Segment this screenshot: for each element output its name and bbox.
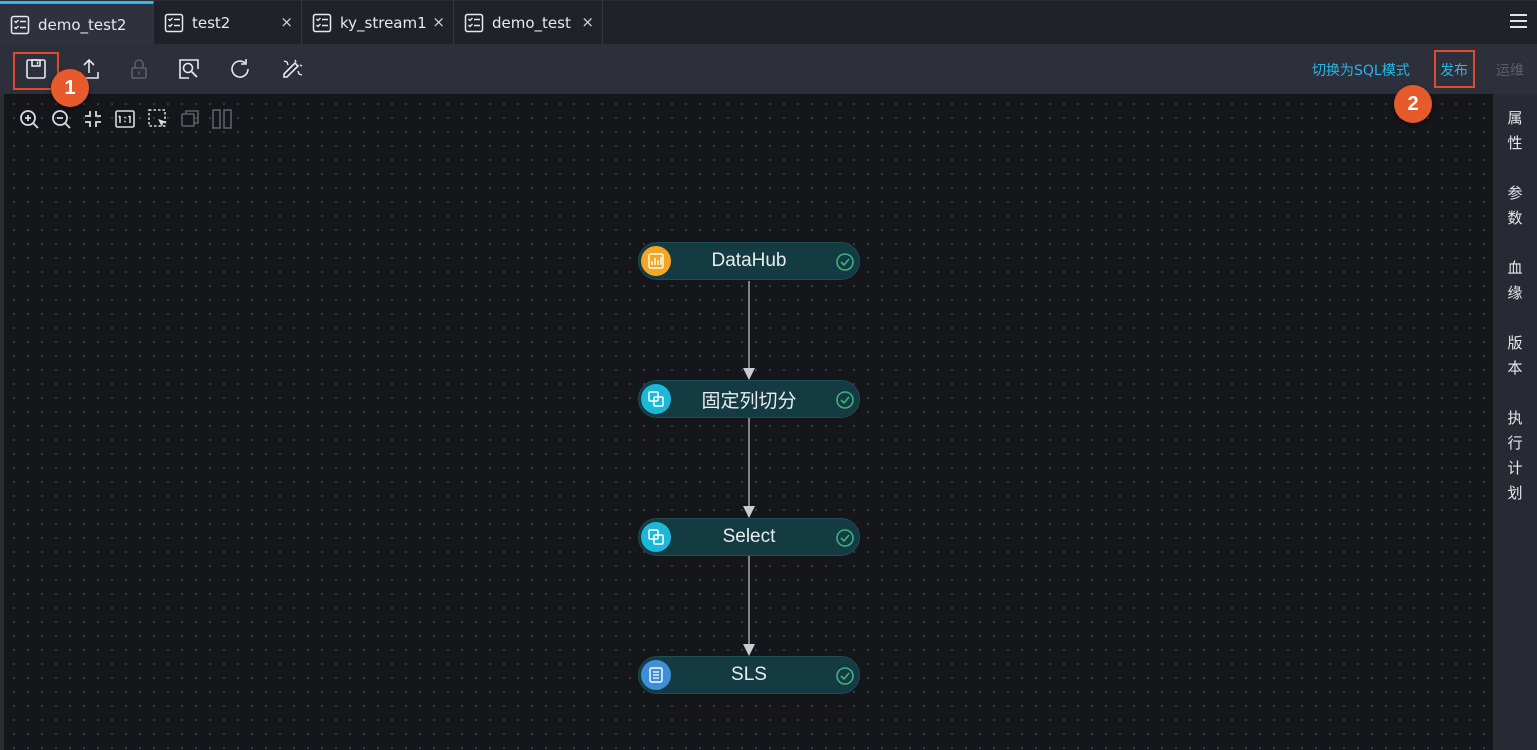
dag-edges (743, 281, 755, 656)
dag-node-datahub[interactable]: DataHub (638, 242, 860, 280)
tab-label: ky_stream1 (340, 14, 427, 32)
callout-badge-1: 1 (51, 69, 89, 107)
node-label: DataHub (711, 250, 787, 271)
datahub-icon (641, 246, 671, 276)
tab-label: test2 (192, 14, 231, 32)
panel-tab-properties[interactable]: 属 性 (1493, 106, 1537, 156)
tab-demo-test[interactable]: demo_test × (454, 1, 603, 45)
menu-icon[interactable] (1510, 14, 1527, 29)
tab-test2[interactable]: test2 × (154, 1, 302, 45)
close-icon[interactable]: × (432, 14, 445, 30)
preview-button[interactable] (174, 54, 204, 84)
tab-label: demo_test (492, 14, 571, 32)
dag-node-sls[interactable]: SLS (638, 656, 860, 694)
node-label: Select (722, 526, 776, 547)
dag-canvas[interactable]: DataHub 固定列切分 Select SLS (0, 94, 1493, 750)
panel-tab-versions[interactable]: 版 本 (1493, 331, 1537, 381)
panel-tab-execution-plan[interactable]: 执 行 计 划 (1493, 406, 1537, 506)
tab-demo-test2[interactable]: demo_test2 (0, 1, 154, 45)
refresh-button[interactable] (225, 54, 255, 84)
panel-tab-lineage[interactable]: 血 缘 (1493, 256, 1537, 306)
right-side-panel: 属 性 参 数 血 缘 版 本 执 行 计 划 (1493, 94, 1537, 750)
format-button[interactable] (277, 54, 307, 84)
app-window: demo_test2 test2 × ky_stream1 × demo_tes… (0, 0, 1537, 750)
dag-node-select[interactable]: Select (638, 518, 860, 556)
callout-badge-2: 2 (1394, 85, 1432, 123)
lock-button[interactable] (124, 54, 154, 84)
lock-icon (131, 59, 147, 79)
sls-icon (641, 660, 671, 690)
toolbar: 切换为SQL模式 发布 运维 (0, 44, 1537, 94)
tab-label: demo_test2 (38, 15, 127, 34)
tab-ky-stream1[interactable]: ky_stream1 × (302, 1, 454, 45)
task-list-icon (164, 13, 184, 33)
task-list-icon (312, 13, 332, 33)
task-list-icon (10, 15, 30, 34)
success-check-icon (836, 529, 854, 547)
publish-highlight-box (1434, 50, 1475, 88)
success-check-icon (836, 253, 854, 271)
close-icon[interactable]: × (280, 14, 293, 30)
panel-tab-parameters[interactable]: 参 数 (1493, 181, 1537, 231)
tab-bar: demo_test2 test2 × ky_stream1 × demo_tes… (0, 0, 1537, 45)
ops-button[interactable]: 运维 (1496, 60, 1524, 80)
node-label: SLS (731, 664, 767, 685)
node-label: 固定列切分 (701, 390, 797, 412)
transform-icon (641, 522, 671, 552)
close-icon[interactable]: × (581, 14, 594, 30)
preview-icon (179, 59, 199, 79)
transform-icon (641, 384, 671, 414)
dag-node-fixed-column-split[interactable]: 固定列切分 (638, 380, 860, 418)
success-check-icon (836, 667, 854, 685)
success-check-icon (836, 391, 854, 409)
format-icon (283, 59, 303, 78)
switch-sql-mode-link[interactable]: 切换为SQL模式 (1312, 60, 1410, 80)
refresh-icon (231, 59, 249, 78)
task-list-icon (464, 13, 484, 33)
